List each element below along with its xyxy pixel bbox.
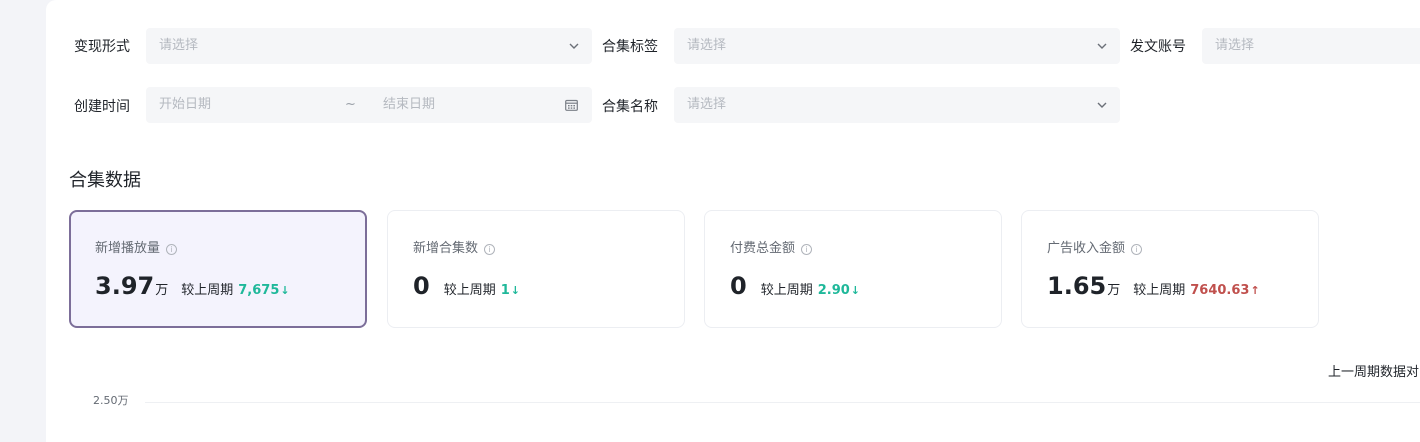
chevron-down-icon	[1097, 43, 1107, 49]
metric-delta: 2.90	[817, 283, 850, 298]
collection-tag-label: 合集标签	[602, 39, 658, 55]
chevron-down-icon	[1097, 102, 1107, 108]
compare-label: 较上周期	[443, 283, 496, 298]
arrow-down-icon: ↓	[850, 284, 861, 297]
post-account-placeholder: 请选择	[1215, 38, 1255, 53]
create-time-label: 创建时间	[74, 99, 130, 115]
y-axis-tick-label: 2.50万	[93, 394, 129, 407]
compare-label: 较上周期	[760, 283, 813, 298]
metric-label: 付费总金额	[730, 241, 796, 256]
post-account-select[interactable]: 请选择	[1202, 28, 1420, 64]
metric-unit: 万	[1107, 283, 1121, 298]
end-date-placeholder[interactable]: 结束日期	[383, 96, 435, 114]
metric-card-new-collections[interactable]: 新增合集数 i 0 较上周期 1 ↓	[387, 210, 685, 328]
info-icon[interactable]: i	[1131, 244, 1143, 255]
metric-card-ad-revenue[interactable]: 广告收入金额 i 1.65 万 较上周期 7640.63 ↑	[1021, 210, 1319, 328]
metric-value: 0	[413, 272, 430, 300]
metric-delta: 1	[500, 283, 510, 298]
metric-card-paid-total[interactable]: 付费总金额 i 0 较上周期 2.90 ↓	[704, 210, 1002, 328]
collection-tag-select[interactable]: 请选择	[674, 28, 1120, 64]
chevron-down-icon	[569, 43, 579, 49]
metric-label: 广告收入金额	[1047, 241, 1126, 256]
calendar-icon[interactable]	[565, 99, 578, 111]
metric-card-new-plays[interactable]: 新增播放量 i 3.97 万 较上周期 7,675 ↓	[69, 210, 367, 328]
create-time-range-picker[interactable]: 开始日期 ~ 结束日期	[146, 87, 592, 123]
metric-value: 0	[730, 272, 747, 300]
compare-label: 较上周期	[1133, 283, 1186, 298]
monetization-placeholder: 请选择	[159, 38, 199, 53]
collection-name-select[interactable]: 请选择	[674, 87, 1120, 123]
metric-delta: 7,675	[238, 283, 280, 298]
arrow-down-icon: ↓	[280, 284, 290, 297]
metric-delta: 7640.63	[1190, 283, 1250, 298]
post-account-label: 发文账号	[1130, 39, 1186, 55]
collection-name-label: 合集名称	[602, 99, 658, 115]
section-title: 合集数据	[69, 170, 141, 191]
arrow-down-icon: ↓	[510, 284, 520, 297]
metric-value: 1.65	[1047, 272, 1107, 300]
monetization-select[interactable]: 请选择	[146, 28, 592, 64]
date-range-separator: ~	[345, 97, 356, 112]
metric-unit: 万	[155, 283, 169, 298]
metric-value: 3.97	[95, 272, 155, 300]
info-icon[interactable]: i	[801, 244, 813, 255]
arrow-up-icon: ↑	[1250, 284, 1260, 297]
info-icon[interactable]: i	[166, 244, 178, 255]
chart-gridline	[145, 402, 1420, 403]
monetization-label: 变现形式	[74, 39, 130, 55]
compare-label: 较上周期	[181, 283, 234, 298]
start-date-placeholder[interactable]: 开始日期	[159, 96, 211, 114]
chart-legend-previous-period[interactable]: 上一周期数据对	[1328, 364, 1419, 382]
info-icon[interactable]: i	[484, 244, 496, 255]
metric-label: 新增播放量	[95, 241, 161, 256]
collection-tag-placeholder: 请选择	[687, 38, 727, 53]
metric-label: 新增合集数	[413, 241, 479, 256]
collection-name-placeholder: 请选择	[687, 97, 727, 112]
